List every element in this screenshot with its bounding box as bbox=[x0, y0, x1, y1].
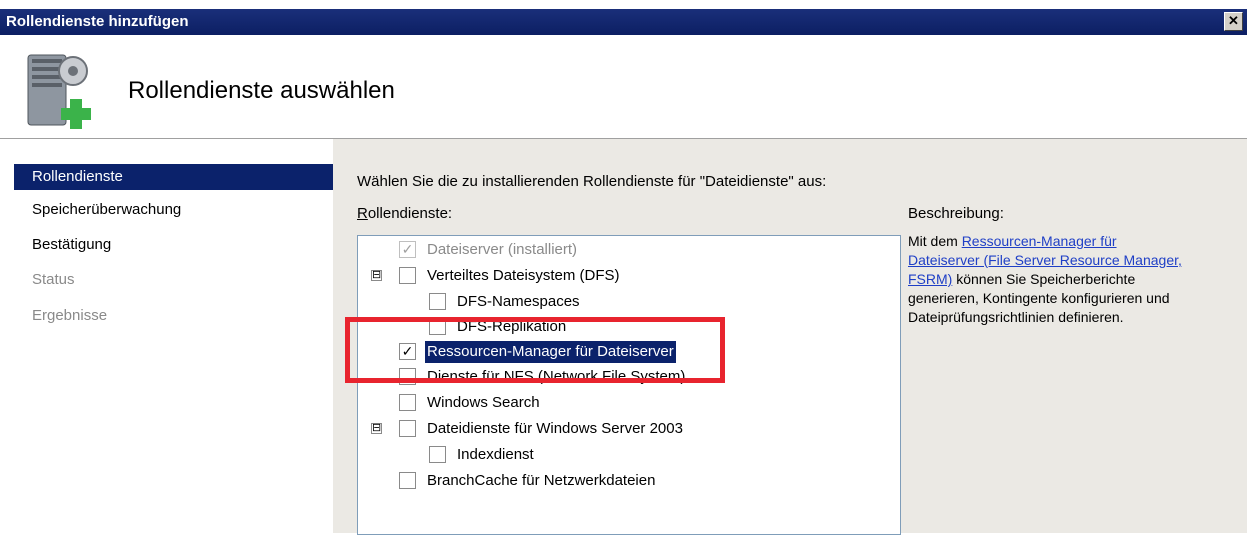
checkbox-checked-disabled: ✓ bbox=[399, 241, 416, 258]
top-strip bbox=[0, 0, 1247, 9]
nav-item-status: Status bbox=[32, 271, 75, 288]
services-list-label: Rollendienste: bbox=[357, 205, 452, 222]
description-text: Mit dem Ressourcen-Manager für Dateiserv… bbox=[908, 232, 1183, 327]
description-prefix: Mit dem bbox=[908, 233, 962, 249]
window-titlebar[interactable]: Rollendienste hinzufügen ✕ bbox=[0, 9, 1247, 35]
service-label: Verteiltes Dateisystem (DFS) bbox=[427, 267, 620, 284]
service-label: Dateiserver (installiert) bbox=[427, 241, 578, 258]
close-button[interactable]: ✕ bbox=[1224, 12, 1243, 31]
main-panel: Wählen Sie die zu installierenden Rollen… bbox=[333, 139, 1247, 535]
red-highlight-box bbox=[345, 317, 725, 383]
service-label: BranchCache für Netzwerkdateien bbox=[427, 472, 656, 489]
accel-key: R bbox=[357, 205, 368, 222]
checkbox[interactable] bbox=[399, 394, 416, 411]
checkbox[interactable] bbox=[399, 267, 416, 284]
checkbox[interactable] bbox=[399, 472, 416, 489]
window-title: Rollendienste hinzufügen bbox=[6, 13, 189, 30]
instruction-text: Wählen Sie die zu installierenden Rollen… bbox=[357, 173, 827, 190]
nav-item-rollendienste[interactable]: Rollendienste bbox=[14, 164, 333, 190]
service-label: Dateidienste für Windows Server 2003 bbox=[427, 420, 683, 437]
service-label: Windows Search bbox=[427, 394, 540, 411]
page-title: Rollendienste auswählen bbox=[128, 77, 395, 104]
wizard-nav: Rollendienste Speicherüberwachung Bestät… bbox=[0, 139, 333, 533]
collapse-icon[interactable]: ⊟ bbox=[371, 270, 382, 281]
checkbox[interactable] bbox=[429, 293, 446, 310]
nav-item-bestaetigung[interactable]: Bestätigung bbox=[14, 232, 333, 258]
services-list-label-text: ollendienste: bbox=[367, 205, 453, 222]
collapse-icon[interactable]: ⊟ bbox=[371, 423, 382, 434]
service-label: Indexdienst bbox=[457, 446, 534, 463]
description-label: Beschreibung: bbox=[908, 205, 1004, 222]
nav-item-speicherueberwachung[interactable]: Speicherüberwachung bbox=[14, 197, 333, 223]
checkbox[interactable] bbox=[399, 420, 416, 437]
checkbox[interactable] bbox=[429, 446, 446, 463]
server-add-icon bbox=[27, 54, 91, 129]
wizard-header: Rollendienste auswählen bbox=[0, 35, 1247, 139]
nav-item-ergebnisse: Ergebnisse bbox=[32, 307, 108, 324]
service-label: DFS-Namespaces bbox=[457, 293, 580, 310]
role-services-list[interactable]: ✓ Dateiserver (installiert) ⊟ Verteiltes… bbox=[357, 235, 901, 535]
